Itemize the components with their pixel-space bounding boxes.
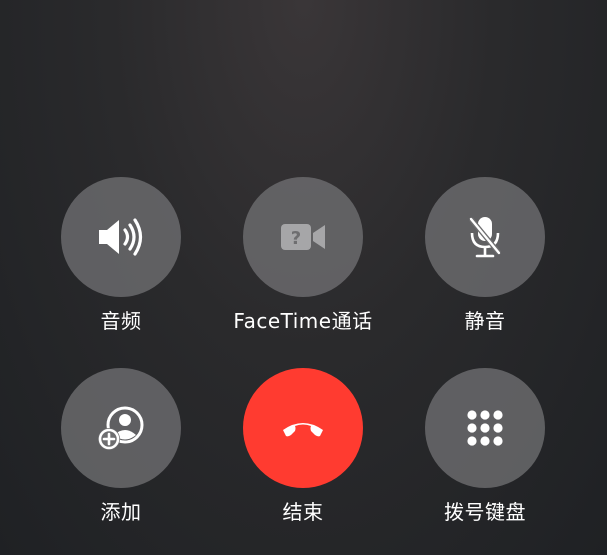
mute-button[interactable] [425, 177, 545, 297]
keypad-grid-icon [467, 410, 503, 446]
audio-control: 音频 [21, 177, 221, 347]
audio-button[interactable] [61, 177, 181, 297]
audio-label: 音频 [100, 309, 142, 333]
end-control: 结束 [203, 368, 403, 538]
end-call-button[interactable] [243, 368, 363, 488]
keypad-button[interactable] [425, 368, 545, 488]
facetime-video-icon: ? [281, 224, 325, 250]
keypad-label: 拨号键盘 [444, 500, 526, 524]
add-label: 添加 [100, 500, 142, 524]
add-contact-icon [98, 406, 144, 450]
microphone-slash-icon [469, 217, 501, 258]
mute-label: 静音 [464, 309, 506, 333]
mute-control: 静音 [385, 177, 585, 347]
phone-hangup-icon [283, 423, 323, 437]
call-screen: 音频 ? FaceTime通话 静音 添加 结束 拨号键盘 [0, 0, 607, 555]
facetime-question-glyph: ? [291, 228, 301, 249]
add-control: 添加 [21, 368, 221, 538]
speaker-icon [99, 218, 143, 256]
facetime-control: ? FaceTime通话 [203, 177, 403, 347]
end-label: 结束 [282, 500, 324, 524]
add-call-button[interactable] [61, 368, 181, 488]
facetime-button[interactable]: ? [243, 177, 363, 297]
facetime-label: FaceTime通话 [233, 309, 373, 333]
keypad-control: 拨号键盘 [385, 368, 585, 538]
